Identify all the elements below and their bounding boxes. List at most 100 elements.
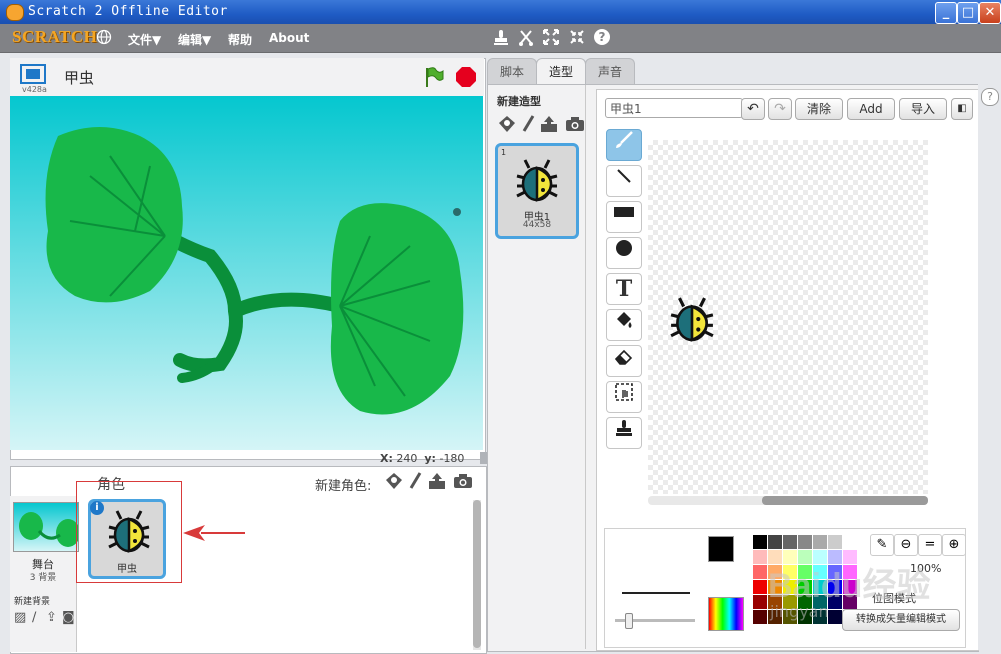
color-swatch[interactable] — [767, 534, 783, 550]
stage-canvas[interactable] — [10, 96, 483, 450]
stage-thumbnail[interactable] — [13, 502, 80, 552]
paint-costume-icon[interactable] — [521, 115, 535, 136]
minimize-button[interactable]: _ — [935, 2, 957, 24]
menu-edit[interactable]: 编辑▼ — [178, 31, 211, 48]
stage-thumb-column: 舞台 3 背景 新建背景 ▨ ∕ ⇪ ◙ — [10, 496, 80, 652]
maximize-button[interactable]: □ — [957, 2, 979, 24]
duplicate-stamp-icon[interactable] — [493, 29, 509, 51]
sprite-library-icon[interactable] — [385, 472, 403, 493]
new-backdrop-label: 新建背景 — [14, 597, 51, 607]
color-swatch[interactable] — [827, 609, 843, 625]
close-button[interactable]: ✕ — [979, 2, 1001, 24]
help-tip-icon[interactable]: ? — [981, 88, 999, 106]
menu-file[interactable]: 文件▼ — [128, 31, 161, 48]
color-swatch[interactable] — [782, 534, 798, 550]
color-swatch[interactable] — [827, 534, 843, 550]
upload-costume-icon[interactable] — [540, 115, 558, 136]
scrollbar-thumb[interactable] — [762, 496, 928, 505]
flip-horizontal-icon[interactable]: ◧ — [951, 98, 973, 120]
new-sprite-label: 新建角色: — [315, 479, 372, 494]
menu-help[interactable]: 帮助 — [228, 31, 252, 48]
sprite-thumbnail-beetle[interactable]: i 甲虫 — [88, 499, 166, 579]
tab-costumes[interactable]: 造型 — [536, 58, 586, 86]
brush-tool-icon[interactable] — [606, 129, 642, 161]
sprite-info-icon[interactable]: i — [90, 501, 104, 515]
color-picker-spectrum[interactable] — [708, 597, 744, 631]
color-swatch[interactable] — [797, 534, 813, 550]
color-swatch[interactable] — [752, 564, 768, 580]
beetle-icon — [516, 159, 558, 202]
shrink-icon[interactable] — [569, 29, 585, 49]
line-tool-icon[interactable] — [606, 165, 642, 197]
color-swatch[interactable] — [752, 609, 768, 625]
app-cat-icon — [6, 4, 24, 21]
undo-button[interactable]: ↶ — [741, 98, 765, 120]
rectangle-tool-icon[interactable] — [606, 201, 642, 233]
delete-scissors-icon[interactable] — [518, 29, 534, 51]
scratch-logo[interactable]: SCRATCH — [12, 27, 97, 47]
ellipse-tool-icon[interactable] — [606, 237, 642, 269]
color-swatch[interactable] — [842, 534, 858, 550]
paint-sprite-icon[interactable] — [408, 472, 422, 494]
import-button[interactable]: 导入 — [899, 98, 947, 120]
color-swatch[interactable] — [752, 549, 768, 565]
costume-size: 44x58 — [522, 220, 552, 230]
zoom-out-icon[interactable]: ⊖ — [894, 534, 918, 556]
primary-color-swatch[interactable] — [708, 536, 734, 562]
convert-to-vector-button[interactable]: 转换成矢量编辑模式 — [842, 609, 960, 631]
eyedropper-icon[interactable]: ✎ — [870, 534, 894, 556]
globe-icon[interactable] — [96, 29, 112, 49]
color-swatch[interactable] — [812, 534, 828, 550]
sprite-scrollbar[interactable] — [473, 500, 481, 650]
line-width-slider[interactable] — [615, 613, 695, 629]
annotation-arrow-icon — [183, 524, 247, 545]
presentation-mode-icon[interactable] — [20, 64, 46, 87]
watermark-logo: Baidu经验 — [768, 567, 931, 605]
text-tool-icon[interactable]: T — [606, 273, 642, 305]
fill-tool-icon[interactable] — [606, 309, 642, 341]
color-swatch[interactable] — [752, 534, 768, 550]
beetle-icon — [108, 510, 150, 553]
costume-library-icon[interactable] — [498, 115, 516, 136]
window-title: Scratch 2 Offline Editor — [28, 4, 228, 19]
costume-item[interactable]: 1 甲虫1 44x58 — [495, 143, 579, 239]
camera-costume-icon[interactable] — [565, 116, 585, 135]
costume-list: 新建造型 1 甲虫1 44x58 — [488, 85, 586, 649]
paint-backdrop-icon[interactable]: ∕ — [32, 610, 36, 625]
redo-button[interactable]: ↷ — [768, 98, 792, 120]
grow-icon[interactable] — [543, 29, 559, 49]
paint-canvas[interactable] — [648, 140, 928, 494]
upload-backdrop-icon[interactable]: ⇪ — [46, 610, 57, 625]
beetle-costume — [670, 297, 714, 342]
help-icon[interactable]: ? — [594, 29, 610, 45]
canvas-horizontal-scrollbar[interactable] — [648, 496, 928, 505]
color-swatch[interactable] — [752, 579, 768, 595]
costume-name-field[interactable] — [605, 98, 743, 118]
eraser-tool-icon[interactable] — [606, 345, 642, 377]
menu-bar: SCRATCH 文件▼ 编辑▼ 帮助 About ? — [0, 24, 1001, 53]
watermark-sub: jingyan — [770, 602, 829, 621]
zoom-in-icon[interactable]: ⊕ — [942, 534, 966, 556]
green-flag-icon[interactable] — [424, 66, 444, 91]
costume-index: 1 — [501, 148, 507, 157]
clear-button[interactable]: 清除 — [795, 98, 843, 120]
color-swatch[interactable] — [752, 594, 768, 610]
backdrop-library-icon[interactable]: ▨ — [14, 610, 26, 625]
select-tool-icon[interactable] — [606, 381, 642, 413]
camera-backdrop-icon[interactable]: ◙ — [62, 610, 75, 625]
right-panel-edge: ? — [978, 84, 1001, 650]
zoom-reset-icon[interactable]: = — [918, 534, 942, 556]
upload-sprite-icon[interactable] — [428, 472, 446, 493]
add-button[interactable]: Add — [847, 98, 895, 120]
zoom-controls: ✎ ⊖ = ⊕ — [870, 534, 966, 556]
stop-icon[interactable] — [456, 67, 476, 90]
camera-sprite-icon[interactable] — [453, 473, 473, 492]
stamp-tool-icon[interactable] — [606, 417, 642, 449]
sprite-name: 甲虫 — [117, 564, 137, 575]
slider-handle[interactable] — [625, 613, 633, 629]
sprite-name-label: 甲虫 — [64, 69, 95, 87]
tab-sounds[interactable]: 声音 — [585, 58, 635, 85]
menu-about[interactable]: About — [269, 31, 309, 45]
tab-scripts[interactable]: 脚本 — [487, 58, 537, 85]
mouse-coordinates: X: 240 y: -180 — [380, 452, 465, 465]
